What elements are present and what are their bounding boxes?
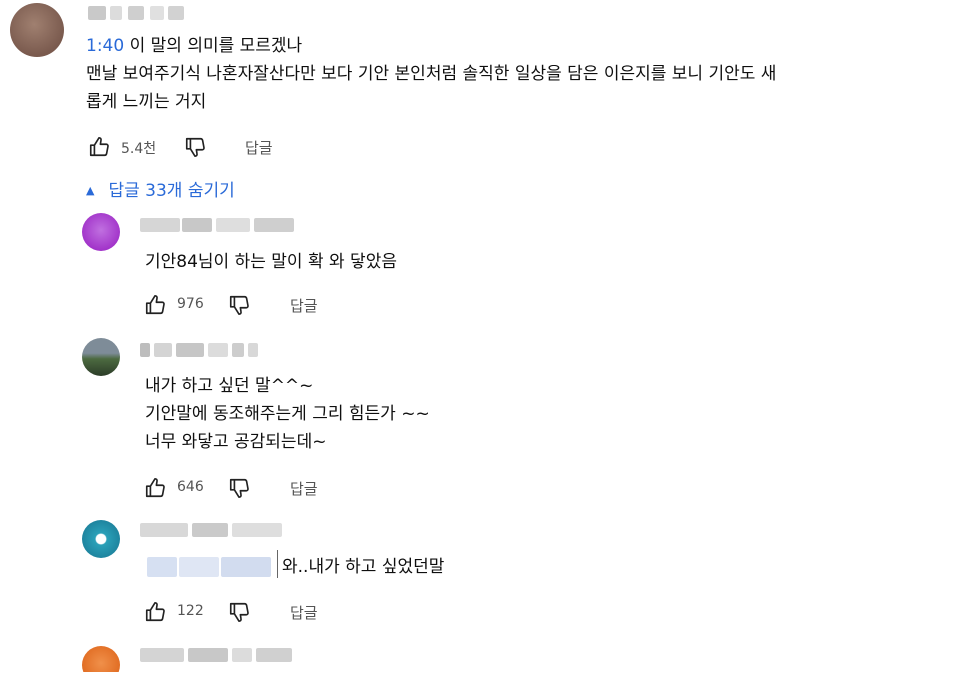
author-name-blurred[interactable]	[140, 648, 300, 662]
reply-button[interactable]: 답글	[290, 602, 318, 623]
reply-button[interactable]: 답글	[290, 295, 318, 316]
caret-up-icon: ▲	[86, 184, 95, 197]
comment-text-line1: 1:40 이 말의 의미를 모르겠나	[86, 33, 302, 59]
thumbs-up-icon[interactable]	[88, 136, 110, 158]
author-name-blurred[interactable]	[140, 343, 270, 357]
reply-text: 와..내가 하고 싶었던말	[282, 557, 445, 577]
reply-button[interactable]: 답글	[290, 478, 318, 499]
author-name-blurred[interactable]	[140, 218, 300, 232]
author-name-blurred[interactable]	[140, 523, 290, 537]
thumbs-up-icon[interactable]	[144, 477, 166, 499]
reply-actions: 122 답글	[144, 601, 364, 625]
text-cursor	[277, 550, 278, 578]
comment-text: 이 말의 의미를 모르겠나	[124, 36, 303, 56]
comment-actions: 5.4천 답글	[88, 136, 308, 160]
mention-link-blurred[interactable]	[147, 557, 275, 577]
comment-text-line2: 맨날 보여주기식 나혼자잘산다만 보다 기안 본인처럼 솔직한 일상을 담은 이…	[86, 64, 777, 84]
timestamp-link[interactable]: 1:40	[86, 36, 124, 56]
thumbs-down-icon[interactable]	[228, 477, 250, 499]
thumbs-down-icon[interactable]	[228, 601, 250, 623]
avatar[interactable]	[10, 3, 64, 57]
reply-text-line2: 기안말에 동조해주는게 그리 힘든가 ~~	[145, 404, 430, 424]
like-count: 646	[177, 479, 204, 495]
thumbs-down-icon[interactable]	[228, 294, 250, 316]
thumbs-down-icon[interactable]	[184, 136, 206, 158]
reply-text: 기안84님이 하는 말이 확 와 닿았음	[145, 252, 397, 272]
reply-text-line1: 내가 하고 싶던 말^^~	[145, 376, 314, 396]
reply-actions: 646 답글	[144, 477, 364, 501]
comment-text-line3: 롭게 느끼는 거지	[86, 92, 207, 112]
reply-text-line3: 너무 와닿고 공감되는데~	[145, 432, 327, 452]
avatar[interactable]	[82, 520, 120, 558]
thumbs-up-icon[interactable]	[144, 601, 166, 623]
reply-actions: 976 답글	[144, 294, 364, 318]
comments-panel: 1:40 이 말의 의미를 모르겠나 맨날 보여주기식 나혼자잘산다만 보다 기…	[10, 0, 950, 672]
like-count: 5.4천	[121, 141, 157, 157]
like-count: 976	[177, 296, 204, 312]
avatar[interactable]	[82, 646, 120, 672]
like-count: 122	[177, 603, 204, 619]
author-name-blurred[interactable]	[88, 6, 188, 20]
avatar[interactable]	[82, 213, 120, 251]
hide-replies-button[interactable]: ▲ 답글 33개 숨기기	[86, 176, 235, 201]
replies-toggle-label: 답글 33개 숨기기	[108, 181, 235, 201]
thumbs-up-icon[interactable]	[144, 294, 166, 316]
reply-button[interactable]: 답글	[245, 137, 273, 158]
avatar[interactable]	[82, 338, 120, 376]
